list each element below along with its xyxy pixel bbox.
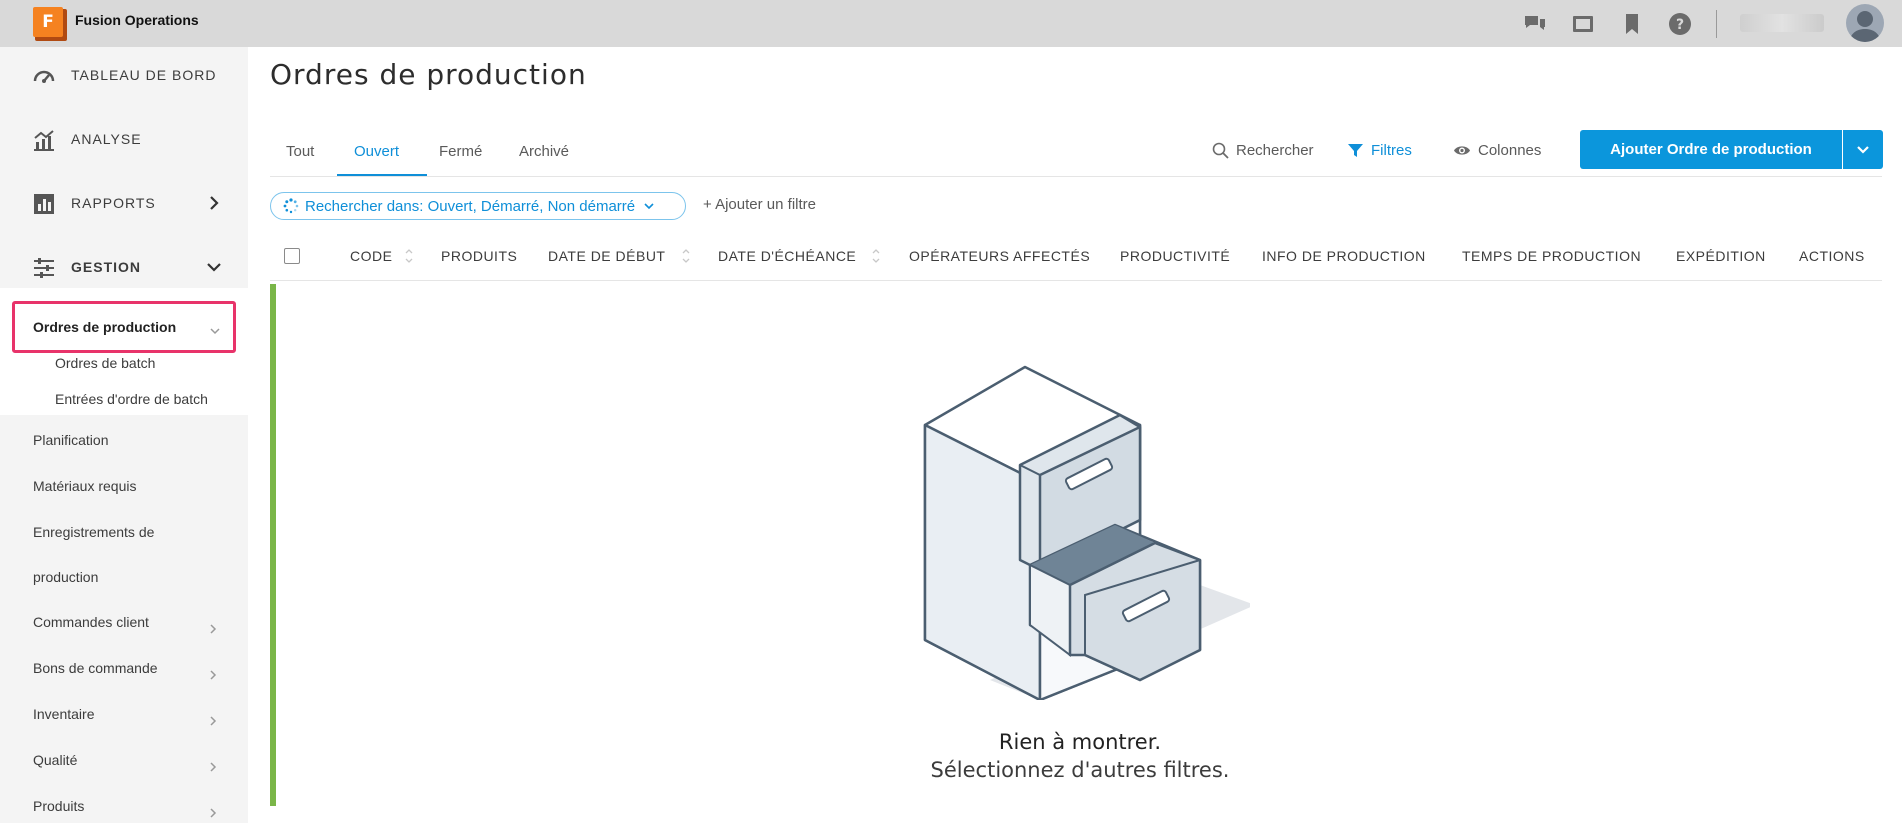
status-indicator-bar <box>270 284 276 806</box>
dashboard-icon <box>32 64 56 88</box>
management-icon <box>32 256 56 280</box>
sidebar-subitem-batch-order-entries[interactable]: Entrées d'ordre de batch <box>55 391 208 407</box>
bookmark-icon[interactable] <box>1620 12 1644 36</box>
chevron-right-icon <box>208 803 218 818</box>
empty-state-title: Rien à montrer. <box>998 730 1162 754</box>
column-header-shipping[interactable]: EXPÉDITION <box>1676 248 1766 264</box>
chevron-down-icon <box>644 203 654 210</box>
sidebar: TABLEAU DE BORD ANALYSE RAPPORTS GESTION… <box>0 47 248 823</box>
analytics-icon <box>32 128 56 152</box>
column-header-due-date[interactable]: DATE D'ÉCHÉANCE <box>718 248 856 264</box>
chevron-right-icon <box>208 619 218 634</box>
sidebar-item-planning[interactable]: Planification <box>33 432 109 448</box>
app-logo[interactable]: F <box>33 7 67 41</box>
tabs-divider <box>270 176 1882 177</box>
sidebar-item-label: ANALYSE <box>71 131 142 147</box>
sidebar-item-label: Ordres de production <box>33 319 177 335</box>
sort-icon[interactable] <box>681 245 691 267</box>
presentation-icon[interactable] <box>1571 12 1595 36</box>
eye-icon <box>1454 145 1470 155</box>
sidebar-item-label: TABLEAU DE BORD <box>71 67 217 83</box>
columns-label: Colonnes <box>1478 141 1542 159</box>
sidebar-item-management[interactable]: GESTION <box>0 239 248 295</box>
chevron-right-icon <box>208 757 218 772</box>
filter-chip-label: Rechercher dans: Ouvert, Démarré, Non dé… <box>305 197 636 215</box>
sidebar-item-inventory[interactable]: Inventaire <box>33 706 94 722</box>
column-header-assigned-operators[interactable]: OPÉRATEURS AFFECTÉS <box>909 248 1090 264</box>
column-header-code[interactable]: CODE <box>350 248 392 264</box>
reports-icon <box>32 192 56 216</box>
search-label: Rechercher <box>1236 141 1314 159</box>
tab-all[interactable]: Tout <box>286 143 314 160</box>
empty-state-subtitle: Sélectionnez d'autres filtres. <box>930 758 1230 782</box>
user-avatar[interactable] <box>1846 4 1884 42</box>
help-icon[interactable]: ? <box>1668 12 1692 36</box>
sidebar-item-label: RAPPORTS <box>71 195 156 211</box>
sidebar-item-production-orders[interactable]: Ordres de production <box>12 301 236 353</box>
tab-archived[interactable]: Archivé <box>519 143 569 160</box>
add-production-order-button[interactable]: Ajouter Ordre de production <box>1580 130 1842 169</box>
search-button[interactable]: Rechercher <box>1212 139 1314 161</box>
chevron-down-icon <box>210 321 220 340</box>
empty-cabinet-illustration <box>923 365 1250 700</box>
top-bar: F Fusion Operations ? <box>0 0 1902 47</box>
sidebar-item-required-materials[interactable]: Matériaux requis <box>33 478 137 494</box>
sidebar-item-purchase-orders[interactable]: Bons de commande <box>33 660 158 676</box>
chevron-down-icon <box>206 259 222 275</box>
column-header-production-time[interactable]: TEMPS DE PRODUCTION <box>1462 248 1641 264</box>
tab-open[interactable]: Ouvert <box>354 143 399 160</box>
filter-icon <box>1348 143 1363 157</box>
chevron-down-icon <box>1857 145 1869 154</box>
sidebar-item-analytics[interactable]: ANALYSE <box>0 111 248 167</box>
sidebar-item-production-records[interactable]: Enregistrements de <box>33 524 154 540</box>
sidebar-item-reports[interactable]: RAPPORTS <box>0 175 248 231</box>
search-scope-filter-chip[interactable]: Rechercher dans: Ouvert, Démarré, Non dé… <box>270 192 686 220</box>
table-header-divider <box>270 280 1882 281</box>
chevron-right-icon <box>208 665 218 680</box>
sort-icon[interactable] <box>871 245 881 267</box>
svg-text:?: ? <box>1676 17 1684 33</box>
sidebar-item-products[interactable]: Produits <box>33 798 84 814</box>
select-all-checkbox[interactable] <box>284 248 300 264</box>
add-options-dropdown[interactable] <box>1843 130 1883 169</box>
sidebar-item-sales-orders[interactable]: Commandes client <box>33 614 149 630</box>
filters-button[interactable]: Filtres <box>1347 139 1412 161</box>
app-title: Fusion Operations <box>75 12 199 28</box>
search-icon <box>1212 142 1229 159</box>
column-header-production-info[interactable]: INFO DE PRODUCTION <box>1262 248 1426 264</box>
columns-button[interactable]: Colonnes <box>1453 139 1541 161</box>
page-title: Ordres de production <box>270 58 587 91</box>
column-header-productivity[interactable]: PRODUCTIVITÉ <box>1120 248 1230 264</box>
chevron-right-icon <box>208 711 218 726</box>
sidebar-subitem-batch-orders[interactable]: Ordres de batch <box>55 355 155 371</box>
loading-spinner-icon <box>283 198 299 214</box>
sidebar-item-quality[interactable]: Qualité <box>33 752 77 768</box>
chat-icon[interactable] <box>1523 12 1547 36</box>
filters-label: Filtres <box>1371 141 1412 159</box>
column-header-actions: ACTIONS <box>1799 248 1865 264</box>
add-filter-button[interactable]: + Ajouter un filtre <box>703 196 816 213</box>
user-name-blurred[interactable] <box>1740 14 1824 32</box>
sidebar-item-production-records-line2[interactable]: production <box>33 569 98 585</box>
topbar-divider <box>1716 10 1717 38</box>
tab-closed[interactable]: Fermé <box>439 143 482 160</box>
sidebar-item-label: GESTION <box>71 259 142 275</box>
logo-letter: F <box>33 7 63 37</box>
sidebar-item-dashboard[interactable]: TABLEAU DE BORD <box>0 47 248 103</box>
column-header-start-date[interactable]: DATE DE DÉBUT <box>548 248 665 264</box>
chevron-right-icon <box>206 195 222 211</box>
column-header-products[interactable]: PRODUITS <box>441 248 517 264</box>
sort-icon[interactable] <box>404 245 414 267</box>
